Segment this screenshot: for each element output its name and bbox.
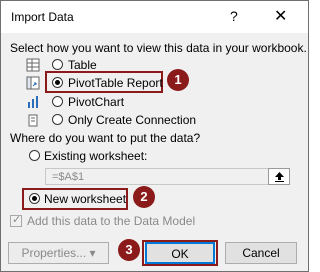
data-model-label: Add this data to the Data Model xyxy=(27,214,196,228)
collapse-arrow-icon xyxy=(275,172,284,182)
dialog-title: Import Data xyxy=(11,10,74,24)
properties-button-label: Properties... xyxy=(21,246,87,260)
close-icon[interactable]: ✕ xyxy=(274,6,287,26)
range-input[interactable]: =$A$1 xyxy=(45,168,270,185)
callout-3: 3 xyxy=(118,239,140,261)
pivotchart-radio[interactable] xyxy=(52,96,63,107)
pivottable-option-label[interactable]: PivotTable Report xyxy=(68,76,163,90)
cancel-button[interactable]: Cancel xyxy=(225,242,297,264)
help-button[interactable]: ? xyxy=(230,8,238,24)
data-model-checkbox[interactable] xyxy=(10,213,22,227)
table-icon xyxy=(26,58,40,72)
pivottable-icon xyxy=(26,76,40,90)
chevron-down-icon: ▾ xyxy=(89,246,96,260)
new-worksheet-label[interactable]: New worksheet xyxy=(44,192,126,206)
view-prompt: Select how you want to view this data in… xyxy=(10,41,307,55)
import-data-dialog: Import Data ? ✕ Select how you want to v… xyxy=(0,0,309,272)
callout-2: 2 xyxy=(133,186,155,208)
new-worksheet-radio[interactable] xyxy=(29,193,40,204)
existing-worksheet-radio[interactable] xyxy=(29,150,40,161)
pivottable-radio[interactable] xyxy=(52,77,63,88)
location-prompt: Where do you want to put the data? xyxy=(10,131,201,145)
ok-button[interactable]: OK xyxy=(145,242,215,264)
title-bar: Import Data ? ✕ xyxy=(1,1,308,33)
pivotchart-icon xyxy=(28,96,38,108)
pivotchart-option-label[interactable]: PivotChart xyxy=(68,95,124,109)
range-value: =$A$1 xyxy=(52,171,85,183)
properties-button[interactable]: Properties... ▾ xyxy=(8,242,109,264)
connection-icon xyxy=(28,114,38,127)
callout-1: 1 xyxy=(167,69,189,91)
existing-worksheet-label[interactable]: Existing worksheet: xyxy=(44,149,147,163)
table-option-label[interactable]: Table xyxy=(68,58,97,72)
range-collapse-button[interactable] xyxy=(268,168,290,185)
only-connection-option-label[interactable]: Only Create Connection xyxy=(68,113,196,127)
only-connection-radio[interactable] xyxy=(52,114,63,125)
table-radio[interactable] xyxy=(52,59,63,70)
